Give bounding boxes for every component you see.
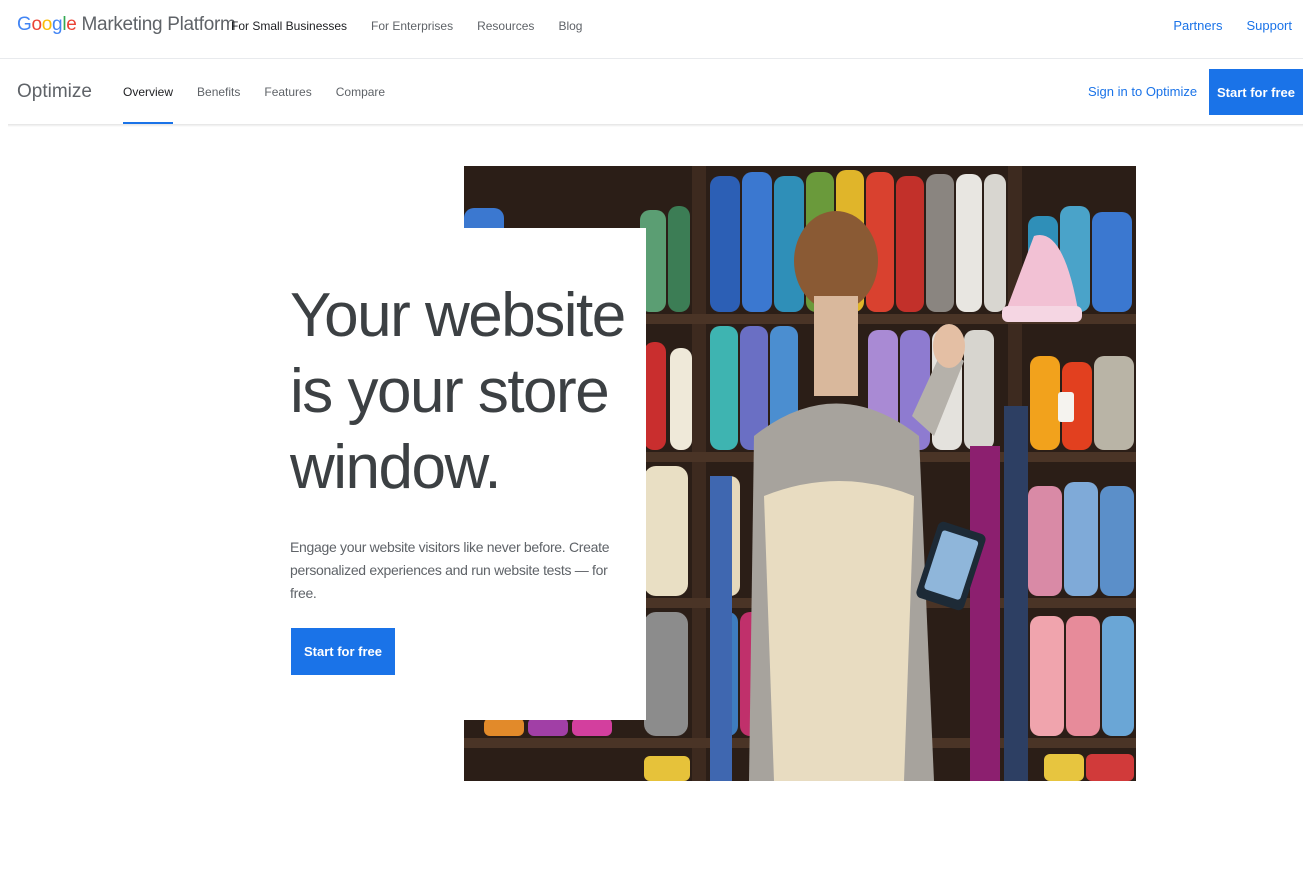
nav-link-small-businesses[interactable]: For Small Businesses (231, 19, 347, 33)
google-letter: g (52, 14, 63, 35)
google-letter: o (41, 14, 53, 35)
google-letter: G (17, 14, 32, 35)
product-tabs: Overview Benefits Features Compare (123, 59, 385, 125)
start-for-free-hero-button[interactable]: Start for free (291, 628, 395, 675)
google-letter: o (31, 14, 42, 35)
partners-link[interactable]: Partners (1173, 18, 1222, 33)
hero-subtext: Engage your website visitors like never … (290, 539, 610, 601)
support-link[interactable]: Support (1246, 18, 1292, 33)
product-title[interactable]: Optimize (17, 81, 92, 103)
nav-link-enterprises[interactable]: For Enterprises (371, 19, 453, 33)
product-bar: Optimize Overview Benefits Features Comp… (0, 59, 1303, 125)
product-bar-shadow (8, 124, 1303, 127)
tab-features[interactable]: Features (264, 59, 311, 125)
top-header: Google Marketing Platform For Small Busi… (0, 0, 1303, 56)
nav-link-blog[interactable]: Blog (558, 19, 582, 33)
top-right-links: Partners Support (1173, 18, 1292, 33)
tab-overview[interactable]: Overview (123, 59, 174, 125)
top-navigation: For Small Businesses For Enterprises Res… (231, 19, 582, 33)
hero-text-card: Your website is your store window. Engag… (246, 228, 646, 720)
tab-benefits[interactable]: Benefits (197, 59, 240, 125)
nav-link-resources[interactable]: Resources (477, 19, 534, 33)
start-for-free-header-button[interactable]: Start for free (1209, 69, 1303, 115)
google-letter: e (66, 14, 77, 35)
tab-compare[interactable]: Compare (336, 59, 385, 125)
google-wordmark: Google (17, 14, 77, 36)
sign-in-link[interactable]: Sign in to Optimize (1088, 84, 1197, 99)
hero-headline: Your website is your store window. (290, 281, 626, 502)
brand-product-name: Marketing Platform (81, 14, 236, 35)
google-marketing-platform-logo[interactable]: Google Marketing Platform (17, 14, 236, 36)
